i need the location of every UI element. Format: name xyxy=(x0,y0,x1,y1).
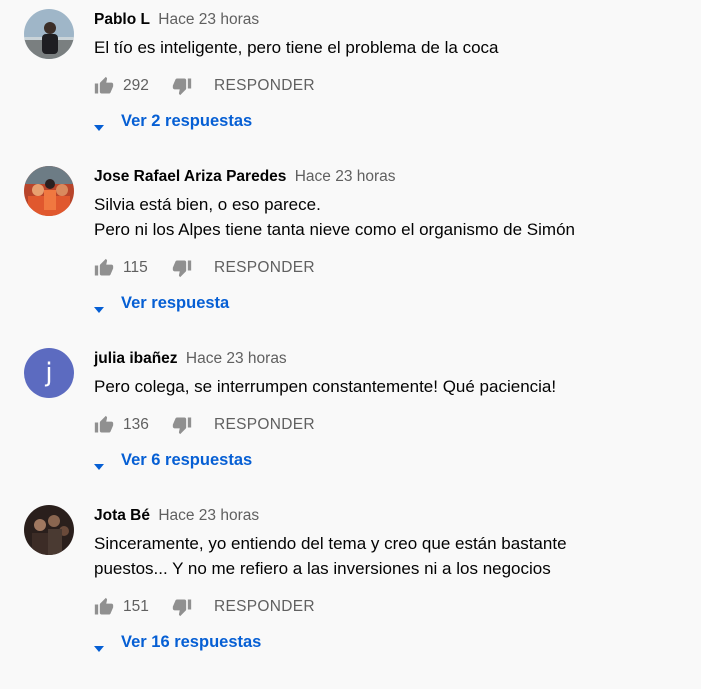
comment-actions: 136 RESPONDER xyxy=(94,413,315,437)
avatar[interactable] xyxy=(24,505,74,555)
reply-button[interactable]: RESPONDER xyxy=(214,77,315,95)
comment-author[interactable]: julia ibañez xyxy=(94,350,178,367)
thumb-up-icon[interactable] xyxy=(94,597,114,617)
comment-actions: 151 RESPONDER xyxy=(94,595,315,619)
thumb-down-icon[interactable] xyxy=(172,258,192,278)
comment-header: Jose Rafael Ariza Paredes Hace 23 horas xyxy=(94,167,396,187)
avatar[interactable]: j xyxy=(24,348,74,398)
thumb-down-icon[interactable] xyxy=(172,76,192,96)
thumb-up-icon[interactable] xyxy=(94,415,114,435)
comment-text-line: Pero colega, se interrumpen constantemen… xyxy=(94,377,557,396)
view-replies-label: Ver 6 respuestas xyxy=(121,450,253,469)
caret-down-icon xyxy=(94,639,104,652)
comment-time[interactable]: Hace 23 horas xyxy=(295,168,396,185)
comment-text: Pero colega, se interrumpen constantemen… xyxy=(94,374,556,399)
thumb-up-icon[interactable] xyxy=(94,258,114,278)
caret-down-icon xyxy=(94,118,104,131)
comment-time[interactable]: Hace 23 horas xyxy=(158,11,259,28)
comment-actions: 292 RESPONDER xyxy=(94,74,315,98)
comment-text: Silvia está bien, o eso parece. Pero ni … xyxy=(94,192,575,242)
reply-button[interactable]: RESPONDER xyxy=(214,416,315,434)
comment-author[interactable]: Jota Bé xyxy=(94,507,150,524)
comment-text: Sinceramente, yo entiendo del tema y cre… xyxy=(94,531,567,581)
view-replies-label: Ver 2 respuestas xyxy=(121,111,253,130)
reply-button[interactable]: RESPONDER xyxy=(214,598,315,616)
comment-text-line: puestos... Y no me refiero a las inversi… xyxy=(94,559,551,578)
comment-text-line: Sinceramente, yo entiendo del tema y cre… xyxy=(94,534,567,553)
view-replies-button[interactable]: Ver 16 respuestas xyxy=(94,630,261,654)
comment-author[interactable]: Jose Rafael Ariza Paredes xyxy=(94,168,286,185)
comment-time[interactable]: Hace 23 horas xyxy=(158,507,259,524)
comment-text-line: El tío es inteligente, pero tiene el pro… xyxy=(94,38,499,57)
comment-author[interactable]: Pablo L xyxy=(94,11,150,28)
view-replies-button[interactable]: Ver respuesta xyxy=(94,291,229,315)
avatar-letter: j xyxy=(45,358,53,388)
avatar[interactable] xyxy=(24,9,74,59)
comment-text-line: Silvia está bien, o eso parece. xyxy=(94,195,321,214)
thumb-up-icon[interactable] xyxy=(94,76,114,96)
caret-down-icon xyxy=(94,300,104,313)
view-replies-label: Ver respuesta xyxy=(121,293,230,312)
thumb-down-icon[interactable] xyxy=(172,597,192,617)
comment-actions: 115 RESPONDER xyxy=(94,256,315,280)
reply-button[interactable]: RESPONDER xyxy=(214,259,315,277)
comment-header: julia ibañez Hace 23 horas xyxy=(94,349,287,369)
view-replies-button[interactable]: Ver 6 respuestas xyxy=(94,448,252,472)
comment-header: Jota Bé Hace 23 horas xyxy=(94,506,259,526)
comment-header: Pablo L Hace 23 horas xyxy=(94,10,259,30)
view-replies-label: Ver 16 respuestas xyxy=(121,632,262,651)
like-count: 115 xyxy=(123,259,148,276)
avatar[interactable] xyxy=(24,166,74,216)
like-count: 151 xyxy=(123,598,149,615)
comment-text-line: Pero ni los Alpes tiene tanta nieve como… xyxy=(94,220,575,239)
comment-time[interactable]: Hace 23 horas xyxy=(186,350,287,367)
thumb-down-icon[interactable] xyxy=(172,415,192,435)
view-replies-button[interactable]: Ver 2 respuestas xyxy=(94,109,252,133)
like-count: 136 xyxy=(123,416,149,433)
caret-down-icon xyxy=(94,457,104,470)
like-count: 292 xyxy=(123,77,149,94)
comment-text: El tío es inteligente, pero tiene el pro… xyxy=(94,35,498,60)
